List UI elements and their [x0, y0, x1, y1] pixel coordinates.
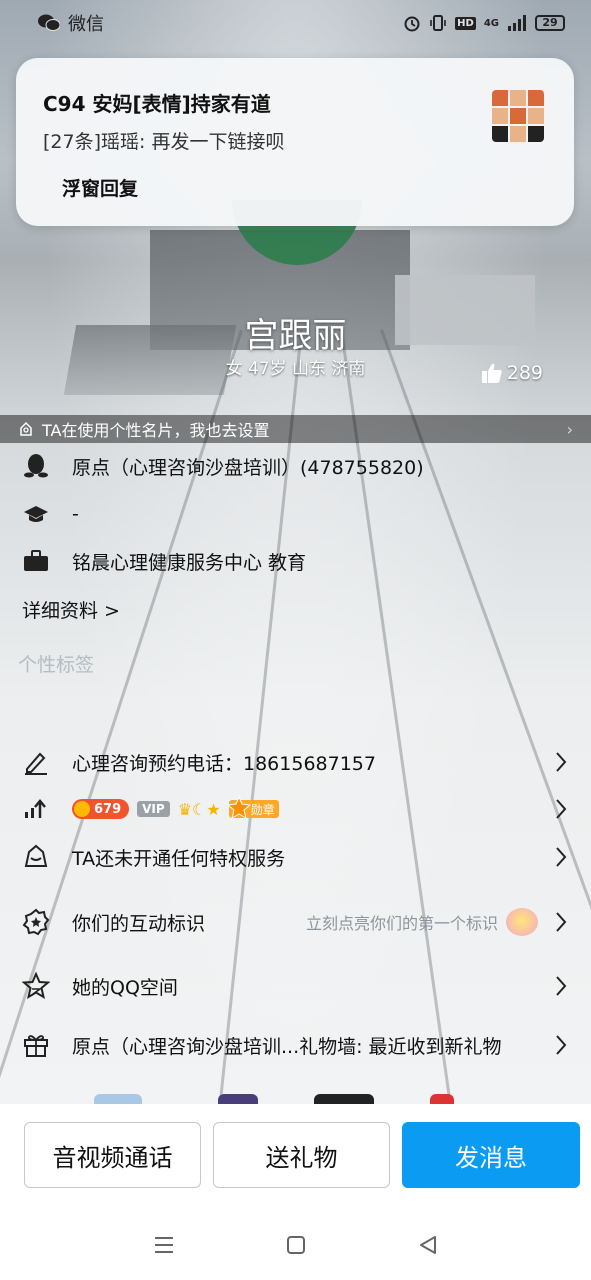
level-row[interactable]: 679 VIP ♛☾★ 勋章 — [22, 789, 568, 829]
graduation-cap-icon — [22, 500, 50, 528]
interaction-mascot-icon — [506, 908, 538, 936]
wechat-icon — [38, 14, 60, 31]
briefcase-icon — [22, 547, 50, 575]
qzone-text: 她的QQ空间 — [72, 976, 178, 999]
privilege-text: TA还未开通任何特权服务 — [72, 847, 286, 870]
system-nav-bar — [0, 1210, 591, 1280]
chevron-right-icon — [556, 912, 567, 932]
crown-moon-star-icon: ♛☾★ — [177, 799, 221, 819]
chevron-right-icon: › — [566, 419, 573, 439]
medal-badge: 勋章 — [226, 796, 279, 820]
signature-text: 心理咨询预约电话：18615687157 — [72, 752, 376, 775]
alarm-icon — [404, 16, 420, 32]
chevron-right-icon — [556, 976, 567, 996]
send-message-button[interactable]: 发消息 — [402, 1122, 580, 1188]
pencil-icon — [22, 748, 50, 776]
diamond-privilege-icon — [22, 843, 50, 871]
group-avatar — [492, 90, 544, 142]
thumbs-up-icon — [481, 363, 502, 383]
star-medal-icon — [226, 796, 251, 820]
floating-reply-button[interactable]: 浮窗回复 — [62, 174, 138, 201]
vibrate-icon — [430, 15, 446, 31]
coin-count: 679 — [94, 801, 122, 817]
status-app-name: 微信 — [68, 14, 104, 35]
back-nav-icon[interactable] — [417, 1234, 439, 1256]
card-banner-text: TA在使用个性名片，我也去设置 — [42, 421, 270, 440]
school-text: - — [72, 503, 79, 525]
gift-wall-row[interactable]: 原点（心理咨询沙盘培训...礼物墙: 最近收到新礼物 — [22, 1025, 568, 1065]
interaction-text: 你们的互动标识 — [72, 912, 206, 935]
like-button[interactable]: 289 — [481, 362, 543, 384]
chevron-right-icon — [556, 799, 567, 819]
profile-name: 宫跟丽 — [244, 316, 347, 356]
notification-title: C94 安妈[表情]持家有道 — [43, 92, 271, 116]
menu-nav-icon[interactable] — [153, 1234, 175, 1256]
qzone-row[interactable]: 她的QQ空间 — [22, 966, 568, 1006]
chevron-right-icon — [556, 847, 567, 867]
send-gift-button[interactable]: 送礼物 — [213, 1122, 390, 1188]
network-type: 4G — [483, 17, 499, 29]
custom-card-banner[interactable]: TA在使用个性名片，我也去设置 › — [0, 415, 591, 443]
info-school: - — [22, 500, 79, 528]
interaction-row[interactable]: 你们的互动标识 立刻点亮你们的第一个标识 — [22, 902, 568, 942]
notification-message: [27条]瑶瑶: 再发一下链接呗 — [43, 131, 285, 153]
detail-info-link[interactable]: 详细资料 > — [22, 596, 120, 623]
status-bar: 微信 HD 4G 29 — [0, 0, 591, 46]
card-icon — [20, 421, 32, 436]
home-nav-icon[interactable] — [285, 1234, 307, 1256]
interaction-hint: 立刻点亮你们的第一个标识 — [305, 914, 498, 933]
level-up-icon — [22, 795, 50, 823]
like-count: 289 — [506, 362, 543, 384]
gift-icon — [22, 1031, 50, 1059]
hd-icon: HD — [455, 16, 476, 30]
penguin-icon — [22, 452, 50, 480]
battery-indicator: 29 — [535, 15, 565, 31]
qq-group-text: 原点（心理咨询沙盘培训）(478755820) — [72, 456, 424, 479]
chevron-right-icon — [556, 752, 567, 772]
signal-icon — [508, 15, 526, 31]
star-outline-icon — [22, 972, 50, 1000]
medal-label: 勋章 — [250, 802, 275, 817]
tags-section-title: 个性标签 — [18, 654, 95, 676]
company-text: 铭晨心理健康服务中心 教育 — [72, 551, 307, 574]
badge-star-icon — [22, 908, 50, 936]
chevron-right-icon — [556, 1035, 567, 1055]
info-qq-group: 原点（心理咨询沙盘培训）(478755820) — [22, 452, 424, 480]
signature-row[interactable]: 心理咨询预约电话：18615687157 — [22, 742, 568, 782]
info-company: 铭晨心理健康服务中心 教育 — [22, 547, 306, 575]
sun-level-badge: 679 — [72, 799, 130, 819]
av-call-button[interactable]: 音视频通话 — [24, 1122, 201, 1188]
vip-badge: VIP — [137, 801, 170, 817]
message-notification[interactable]: C94 安妈[表情]持家有道 [27条]瑶瑶: 再发一下链接呗 浮窗回复 — [16, 58, 574, 226]
gift-wall-text: 原点（心理咨询沙盘培训...礼物墙: 最近收到新礼物 — [72, 1035, 502, 1058]
privilege-row[interactable]: TA还未开通任何特权服务 — [22, 837, 568, 877]
